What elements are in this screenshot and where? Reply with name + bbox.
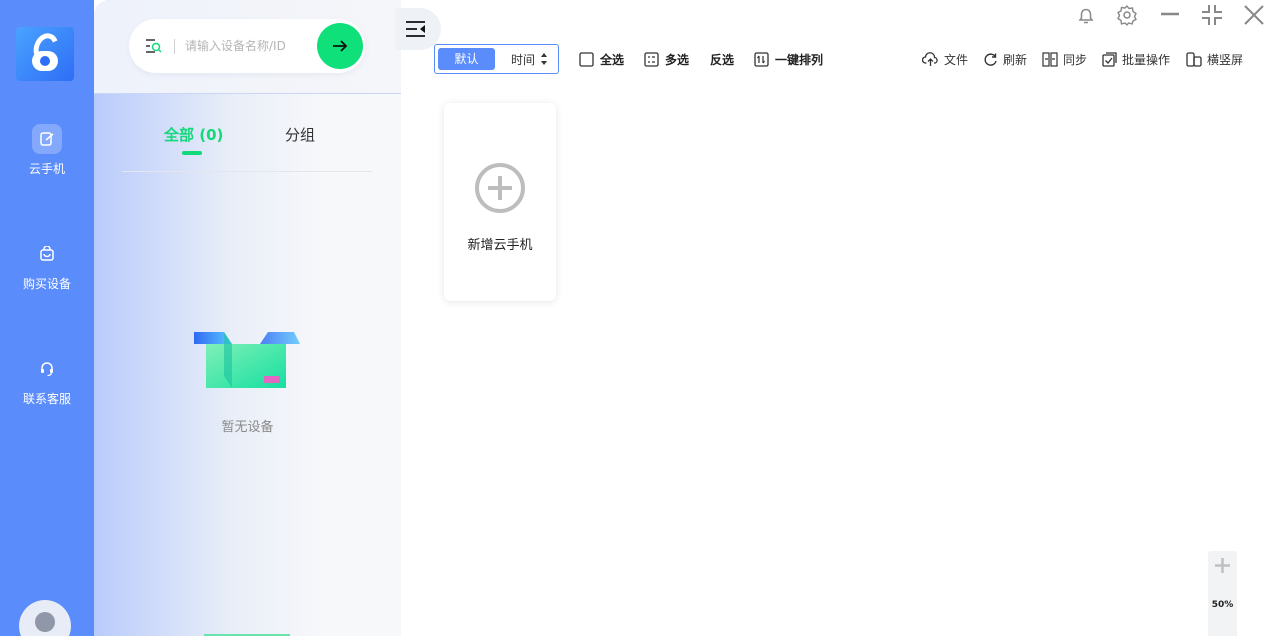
minimize-icon[interactable] <box>1159 4 1181 26</box>
nav-item-contact-support[interactable]: 联系客服 <box>0 354 94 407</box>
add-cloud-phone-label: 新增云手机 <box>467 238 533 253</box>
sort-toggle: 默认 时间 <box>434 44 559 74</box>
multi-select-icon <box>644 52 659 67</box>
nav-rail: 云手机 购买设备 联系客服 <box>0 0 94 636</box>
batch-operation-label: 批量操作 <box>1122 53 1171 67</box>
bell-icon[interactable] <box>1075 4 1097 26</box>
device-panel: 全部 (0) 分组 暂无设备 <box>94 0 401 636</box>
plus-circle-icon <box>475 163 525 213</box>
multi-select-label: 多选 <box>665 53 690 67</box>
device-tabs: 全部 (0) 分组 <box>122 120 372 172</box>
invert-select-label: 反选 <box>710 53 735 67</box>
one-key-sort-button[interactable]: 一键排列 <box>754 51 823 68</box>
search-list-icon <box>145 37 165 59</box>
upload-file-label: 文件 <box>944 53 969 67</box>
cloud-phone-icon <box>32 124 62 154</box>
sort-time-button[interactable]: 时间 <box>511 51 535 68</box>
nav-item-label: 购买设备 <box>22 277 71 291</box>
nav-item-cloud-phone[interactable]: 云手机 <box>0 124 94 177</box>
search-submit-button[interactable] <box>317 23 363 69</box>
orientation-label: 横竖屏 <box>1207 53 1244 67</box>
active-tab-indicator <box>182 151 202 155</box>
screen-rotate-icon <box>1186 52 1202 67</box>
batch-check-icon <box>1102 52 1117 67</box>
add-cloud-phone-card[interactable]: 新增云手机 <box>444 103 556 301</box>
search-input[interactable] <box>185 36 305 56</box>
arrow-right-icon <box>333 40 348 52</box>
collapse-menu-icon <box>406 21 425 37</box>
sort-default-button[interactable]: 默认 <box>438 48 495 70</box>
sync-icon <box>1042 52 1058 67</box>
shopping-bag-icon <box>32 239 62 269</box>
zoom-control: 50% <box>1208 551 1237 636</box>
gear-icon[interactable] <box>1116 4 1138 26</box>
sync-button[interactable]: 同步 <box>1042 51 1087 68</box>
sync-label: 同步 <box>1063 53 1088 67</box>
refresh-label: 刷新 <box>1003 53 1028 67</box>
invert-select-button[interactable]: 反选 <box>710 51 734 68</box>
restore-icon[interactable] <box>1201 4 1223 26</box>
orientation-toggle-button[interactable]: 横竖屏 <box>1186 51 1243 68</box>
headset-icon <box>32 354 62 384</box>
nav-item-label: 联系客服 <box>22 392 71 406</box>
select-all-label: 全选 <box>600 53 625 67</box>
cloud-upload-icon <box>922 52 938 66</box>
refresh-icon <box>984 53 997 66</box>
tab-all[interactable]: 全部 (0) <box>164 124 223 145</box>
app-window: 云手机 购买设备 联系客服 请输入设备名称/ID 全部 (0) 分组 暂无设备 … <box>0 0 1272 636</box>
nav-item-buy-device[interactable]: 购买设备 <box>0 239 94 292</box>
sort-arrows-icon <box>541 53 547 65</box>
empty-state-text: 暂无设备 <box>221 420 274 435</box>
tab-groups[interactable]: 分组 <box>285 124 315 145</box>
refresh-button[interactable]: 刷新 <box>983 51 1027 68</box>
zoom-level: 50% <box>1211 600 1234 610</box>
close-icon[interactable] <box>1243 4 1265 26</box>
sort-grid-icon <box>754 52 769 67</box>
batch-operation-button[interactable]: 批量操作 <box>1102 51 1170 68</box>
upload-file-button[interactable]: 文件 <box>922 51 968 68</box>
select-all-button[interactable]: 全选 <box>579 51 624 68</box>
user-avatar[interactable] <box>19 600 71 636</box>
app-logo <box>16 27 74 81</box>
empty-box-illustration <box>194 328 300 390</box>
checkbox-icon <box>579 52 594 67</box>
one-key-sort-label: 一键排列 <box>775 53 824 67</box>
nav-item-label: 云手机 <box>28 162 65 176</box>
device-search <box>129 19 365 73</box>
zoom-in-icon[interactable] <box>1212 555 1233 576</box>
multi-select-button[interactable]: 多选 <box>644 51 689 68</box>
